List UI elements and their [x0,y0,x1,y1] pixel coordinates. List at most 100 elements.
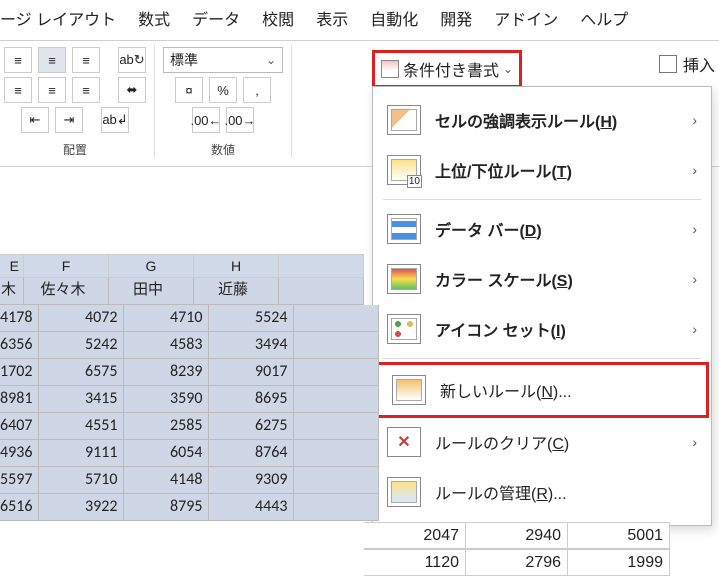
cell[interactable]: 3494 [209,332,294,359]
cell[interactable]: 3415 [39,386,124,413]
menu-item[interactable]: ージ レイアウト [0,6,116,30]
col-header[interactable]: E [0,254,24,278]
comma-icon[interactable]: , [243,77,271,103]
cell[interactable]: 6356 [0,332,39,359]
insert-button[interactable]: 挿入 [659,52,715,76]
spreadsheet[interactable]: E F G H 木村 佐々木 田中 近藤 4178407247105524 635… [0,254,364,521]
menu-item[interactable]: 開発 [440,6,472,30]
chevron-right-icon: › [692,434,697,450]
cell[interactable]: 9017 [209,359,294,386]
increase-indent-icon[interactable]: ⇥ [55,107,83,133]
cell[interactable]: 8764 [209,440,294,467]
cell[interactable]: 6575 [39,359,124,386]
cell[interactable]: 6516 [0,494,39,521]
cell[interactable] [294,494,379,521]
menu-item[interactable]: データ [192,6,240,30]
menu-item[interactable]: 自動化 [370,6,418,30]
cell[interactable] [294,305,379,332]
align-left-icon[interactable]: ≡ [4,77,32,103]
col-header[interactable] [279,254,364,278]
cell[interactable]: 5597 [0,467,39,494]
cell[interactable]: 6275 [209,413,294,440]
table-row: 6516392287954443 [0,494,364,521]
cell[interactable]: 2940 [466,522,568,549]
conditional-formatting-label: 条件付き書式 [403,57,499,81]
align-top-icon[interactable]: ≡ [4,47,32,73]
cell[interactable]: 4148 [124,467,209,494]
cell[interactable]: 6054 [124,440,209,467]
cell[interactable]: 5001 [568,522,670,549]
data-bars-item[interactable]: データ バー(D) › [373,204,711,254]
menu-item[interactable]: ヘルプ [580,6,628,30]
wrap-text-icon[interactable]: ab↲ [101,107,129,133]
align-right-icon[interactable]: ≡ [72,77,100,103]
clear-rules-item[interactable]: ルールのクリア(C) › [373,417,711,467]
cell[interactable]: 5524 [209,305,294,332]
menu-item[interactable]: アドイン [494,6,558,30]
chevron-down-icon: ⌄ [503,62,513,76]
cell[interactable]: 9111 [39,440,124,467]
col-header[interactable]: F [24,254,109,278]
cell[interactable]: 4710 [124,305,209,332]
cell[interactable]: 田中 [109,278,194,305]
cell[interactable] [294,440,379,467]
cell[interactable] [294,332,379,359]
top-bottom-rules-item[interactable]: 上位/下位ルール(T) › [373,145,711,195]
cell[interactable]: 木村 [0,278,24,305]
cell[interactable]: 1120 [364,549,466,576]
increase-decimal-icon[interactable]: .00← [192,107,220,133]
cell[interactable] [294,467,379,494]
cell[interactable]: 8695 [209,386,294,413]
menu-item[interactable]: 校閲 [262,6,294,30]
cell[interactable]: 6407 [0,413,39,440]
col-header[interactable]: G [109,254,194,278]
manage-rules-item[interactable]: ルールの管理(R)... [373,467,711,517]
cell[interactable]: 9309 [209,467,294,494]
cell[interactable]: 3922 [39,494,124,521]
align-middle-icon[interactable]: ≡ [38,47,66,73]
table-row: 5597571041489309 [0,467,364,494]
decrease-indent-icon[interactable]: ⇤ [21,107,49,133]
color-scales-item[interactable]: カラー スケール(S) › [373,254,711,304]
conditional-formatting-button[interactable]: 条件付き書式 ⌄ [372,50,522,88]
orientation-icon[interactable]: ab↻ [118,47,146,73]
cell[interactable]: 5242 [39,332,124,359]
cell[interactable]: 4443 [209,494,294,521]
cell[interactable]: 4178 [0,305,39,332]
column-headers: E F G H [0,254,364,278]
cell[interactable]: 佐々木 [24,278,109,305]
cell[interactable]: 1702 [0,359,39,386]
cell[interactable] [294,359,379,386]
align-bottom-icon[interactable]: ≡ [72,47,100,73]
cell[interactable]: 4936 [0,440,39,467]
align-center-icon[interactable]: ≡ [38,77,66,103]
cell[interactable]: 2047 [364,522,466,549]
decrease-decimal-icon[interactable]: .00→ [226,107,254,133]
highlight-cells-rules-item[interactable]: セルの強調表示ルール(H) › [373,95,711,145]
cell[interactable]: 1999 [568,549,670,576]
merge-cells-icon[interactable]: ⬌ [118,77,146,103]
col-header[interactable]: H [194,254,279,278]
percent-icon[interactable]: % [209,77,237,103]
new-rule-item[interactable]: 新しいルール(N)... [375,362,709,418]
cell[interactable] [294,413,379,440]
cell[interactable] [279,278,364,305]
currency-icon[interactable]: ¤ [175,77,203,103]
cell[interactable]: 4551 [39,413,124,440]
menu-item[interactable]: 表示 [316,6,348,30]
cell[interactable]: 近藤 [194,278,279,305]
cell[interactable]: 4583 [124,332,209,359]
cell[interactable] [294,386,379,413]
clear-rules-icon [387,427,421,457]
icon-sets-item[interactable]: アイコン セット(I) › [373,304,711,354]
cell[interactable]: 8981 [0,386,39,413]
cell[interactable]: 5710 [39,467,124,494]
number-format-select[interactable]: 標準 ⌄ [163,47,283,73]
cell[interactable]: 2796 [466,549,568,576]
cell[interactable]: 8239 [124,359,209,386]
cell[interactable]: 2585 [124,413,209,440]
cell[interactable]: 3590 [124,386,209,413]
cell[interactable]: 4072 [39,305,124,332]
cell[interactable]: 8795 [124,494,209,521]
menu-item[interactable]: 数式 [138,6,170,30]
